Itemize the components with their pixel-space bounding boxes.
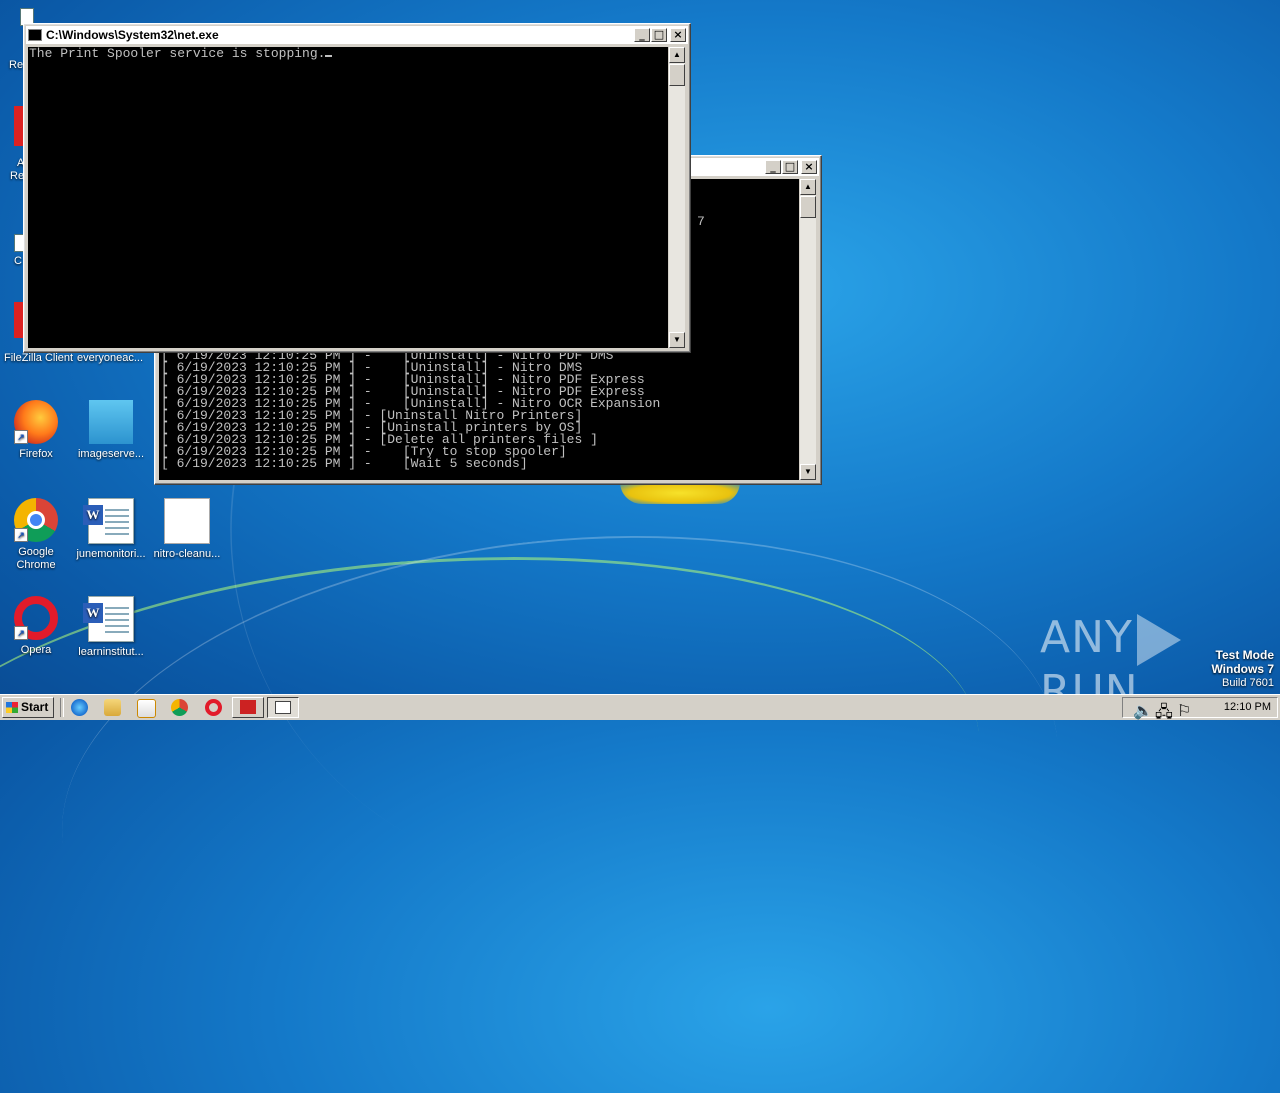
network-icon[interactable]: 🖧 bbox=[1155, 701, 1173, 721]
desktop-icon-firefox[interactable]: ↗ Firefox bbox=[0, 400, 74, 461]
console-lines: [ 6/19/2023 12:10:25 PM ] - [Uninstall] … bbox=[161, 349, 660, 471]
scroll-up-button[interactable]: ▲ bbox=[800, 179, 816, 195]
wallpaper-flower bbox=[620, 482, 740, 504]
vertical-scrollbar[interactable]: ▲ ▼ bbox=[800, 179, 816, 480]
maximize-button[interactable]: □ bbox=[782, 160, 798, 174]
icon-label: learninstitut... bbox=[78, 646, 144, 658]
desktop-icon-imageserver[interactable]: imageserve... bbox=[73, 400, 149, 461]
desktop-icon-chrome[interactable]: ↗ Google Chrome bbox=[0, 498, 74, 572]
system-tray: 🔈 🖧 ⚐ 12:10 PM bbox=[1122, 697, 1278, 721]
vertical-scrollbar[interactable]: ▲ ▼ bbox=[669, 47, 685, 348]
taskbar-separator bbox=[60, 698, 64, 717]
scroll-down-button[interactable]: ▼ bbox=[669, 332, 685, 348]
action-center-flag-icon[interactable]: ⚐ bbox=[1177, 701, 1191, 720]
installer-icon bbox=[240, 700, 256, 714]
word-document-icon: W bbox=[83, 596, 134, 642]
minimize-button[interactable]: _ bbox=[634, 28, 650, 42]
icon-label: nitro-cleanu... bbox=[153, 548, 221, 560]
taskbar: Start 🔈 🖧 ⚐ 12:10 PM bbox=[0, 694, 1280, 721]
text-file-icon bbox=[164, 498, 210, 544]
shortcut-label: C bbox=[14, 255, 22, 267]
icon-label: junemonitori... bbox=[76, 548, 146, 560]
desktop-icon-opera[interactable]: ↗ Opera bbox=[0, 596, 74, 657]
start-button[interactable]: Start bbox=[2, 697, 54, 718]
spooler-status-text: The Print Spooler service is stopping. bbox=[29, 47, 326, 61]
window-title: C:\Windows\System32\net.exe bbox=[46, 28, 219, 42]
icon-label: Google Chrome bbox=[16, 546, 56, 571]
icon-label: Opera bbox=[20, 644, 52, 656]
word-document-icon: W bbox=[83, 498, 134, 544]
net-exe-window[interactable]: C:\Windows\System32\net.exe _ □ × The Pr… bbox=[23, 23, 691, 353]
recycle-bin-label: Re bbox=[9, 59, 24, 71]
console-app-icon bbox=[28, 29, 42, 41]
scroll-thumb[interactable] bbox=[800, 196, 816, 218]
chrome-icon: ↗ bbox=[14, 498, 58, 542]
console-stray-char: 7 bbox=[697, 214, 705, 229]
folder-icon bbox=[89, 400, 133, 444]
net-exe-console-output[interactable]: The Print Spooler service is stopping. bbox=[28, 47, 668, 348]
close-button[interactable]: × bbox=[801, 160, 817, 174]
desktop-icon-junemonitor[interactable]: W junemonitori... bbox=[73, 498, 149, 561]
desktop-icon-nitrocleanup[interactable]: nitro-cleanu... bbox=[149, 498, 225, 561]
icon-label: Firefox bbox=[19, 448, 53, 460]
opera-quicklaunch-icon[interactable] bbox=[205, 699, 222, 716]
build-line: Build 7601 bbox=[1222, 677, 1274, 689]
play-icon bbox=[1136, 614, 1181, 666]
scroll-up-button[interactable]: ▲ bbox=[669, 47, 685, 63]
opera-icon: ↗ bbox=[14, 596, 58, 640]
explorer-folder-icon[interactable] bbox=[104, 699, 121, 716]
volume-icon[interactable]: 🔈 bbox=[1133, 701, 1153, 720]
internet-explorer-icon[interactable] bbox=[71, 699, 88, 716]
taskbar-item-installer[interactable] bbox=[232, 697, 264, 718]
close-button[interactable]: × bbox=[670, 28, 686, 42]
console-line: The Print Spooler service is stopping. bbox=[29, 47, 333, 61]
watermark-left: ANY bbox=[1040, 612, 1133, 663]
firefox-icon: ↗ bbox=[14, 400, 58, 444]
clock[interactable]: 12:10 PM bbox=[1224, 701, 1271, 713]
everyoneac-label: everyoneac... bbox=[77, 352, 144, 364]
text-cursor bbox=[325, 55, 333, 57]
acrobat-label-2: Re bbox=[10, 170, 25, 182]
start-label: Start bbox=[21, 700, 49, 714]
icon-label: imageserve... bbox=[77, 448, 145, 460]
minimize-button[interactable]: _ bbox=[765, 160, 781, 174]
test-mode-line: Test Mode bbox=[1215, 648, 1274, 662]
media-player-icon[interactable] bbox=[137, 699, 156, 718]
scroll-down-button[interactable]: ▼ bbox=[800, 464, 816, 480]
scroll-thumb[interactable] bbox=[669, 64, 685, 86]
console-icon bbox=[275, 701, 291, 714]
chrome-quicklaunch-icon[interactable] bbox=[171, 699, 188, 716]
test-mode-notice: Test Mode Windows 7 Build 7601 bbox=[1211, 648, 1274, 690]
taskbar-item-console[interactable] bbox=[267, 697, 299, 718]
filezilla-label: FileZilla Client bbox=[4, 352, 74, 364]
windows-version-line: Windows 7 bbox=[1211, 662, 1274, 676]
desktop-icon-learninstitut[interactable]: W learninstitut... bbox=[73, 596, 149, 659]
console-log-line: [ 6/19/2023 12:10:25 PM ] - [Wait 5 seco… bbox=[161, 456, 528, 471]
maximize-button[interactable]: □ bbox=[651, 28, 667, 42]
windows-flag-icon bbox=[6, 702, 18, 713]
net-exe-titlebar[interactable]: C:\Windows\System32\net.exe _ □ × bbox=[26, 26, 688, 44]
